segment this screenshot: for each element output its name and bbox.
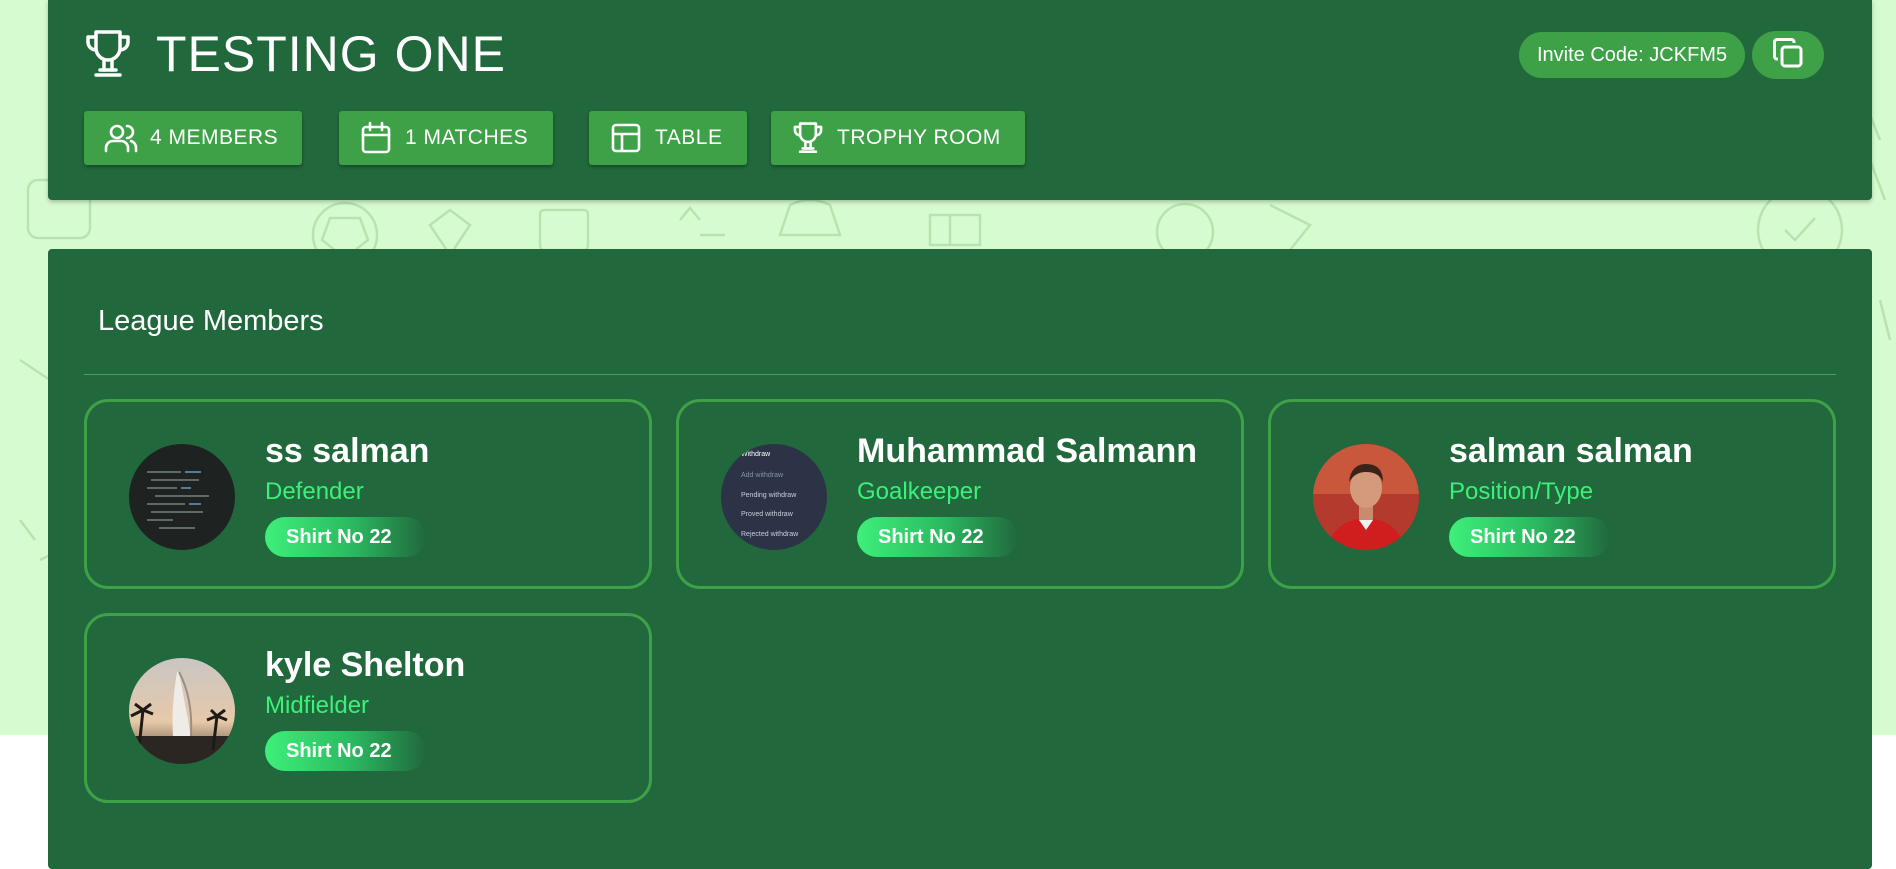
trophy-room-button[interactable]: TROPHY ROOM xyxy=(771,111,1025,165)
copy-icon xyxy=(1771,36,1805,75)
member-position: Midfielder xyxy=(265,692,370,719)
member-card[interactable]: ss salman Defender Shirt No 22 xyxy=(84,399,652,589)
shirt-number-badge: Shirt No 22 xyxy=(857,517,1018,557)
copy-invite-button[interactable] xyxy=(1752,31,1824,79)
member-name: kyle Shelton xyxy=(265,646,466,684)
calendar-icon xyxy=(359,121,393,155)
section-title: League Members xyxy=(98,305,324,337)
invite-code-badge: Invite Code: JCKFM5 xyxy=(1519,32,1746,78)
member-card[interactable]: Withdraw Add withdraw Pending withdraw P… xyxy=(676,399,1244,589)
members-label: 4 MEMBERS xyxy=(150,126,279,149)
avatar xyxy=(1313,444,1419,550)
league-title: TESTING ONE xyxy=(156,26,506,82)
table-icon xyxy=(609,121,643,155)
avatar-menu-item: Pending withdraw xyxy=(741,492,797,499)
users-icon xyxy=(104,121,138,155)
avatar-menu-item: Proved withdraw xyxy=(741,511,794,518)
avatar-menu-item: Rejected withdraw xyxy=(741,531,799,538)
trophy-room-label: TROPHY ROOM xyxy=(837,126,1001,149)
member-card[interactable]: kyle Shelton Midfielder Shirt No 22 xyxy=(84,613,652,803)
divider xyxy=(84,374,1836,375)
table-button[interactable]: TABLE xyxy=(589,111,747,165)
trophy-icon xyxy=(84,28,132,80)
member-card[interactable]: salman salman Position/Type Shirt No 22 xyxy=(1268,399,1836,589)
trophy-icon xyxy=(791,121,825,155)
member-name: Muhammad Salmann xyxy=(857,432,1198,470)
avatar: Withdraw Add withdraw Pending withdraw P… xyxy=(721,444,827,550)
member-position: Defender xyxy=(265,478,364,505)
matches-button[interactable]: 1 MATCHES xyxy=(339,111,553,165)
member-name: ss salman xyxy=(265,432,430,470)
league-header: TESTING ONE Invite Code: JCKFM5 4 MEMBER… xyxy=(48,0,1872,200)
avatar-menu-item: Add withdraw xyxy=(741,472,784,479)
league-members-panel: League Members ss salman Defender Shirt … xyxy=(48,249,1872,869)
title-row: TESTING ONE xyxy=(84,24,506,84)
matches-label: 1 MATCHES xyxy=(405,126,529,149)
avatar xyxy=(129,658,235,764)
members-button[interactable]: 4 MEMBERS xyxy=(84,111,302,165)
shirt-number-badge: Shirt No 22 xyxy=(265,731,426,771)
member-position: Position/Type xyxy=(1449,478,1594,505)
avatar xyxy=(129,444,235,550)
avatar-menu-heading: Withdraw xyxy=(741,451,771,458)
member-name: salman salman xyxy=(1449,432,1693,470)
shirt-number-badge: Shirt No 22 xyxy=(1449,517,1610,557)
member-position: Goalkeeper xyxy=(857,478,982,505)
table-label: TABLE xyxy=(655,126,723,149)
shirt-number-badge: Shirt No 22 xyxy=(265,517,426,557)
